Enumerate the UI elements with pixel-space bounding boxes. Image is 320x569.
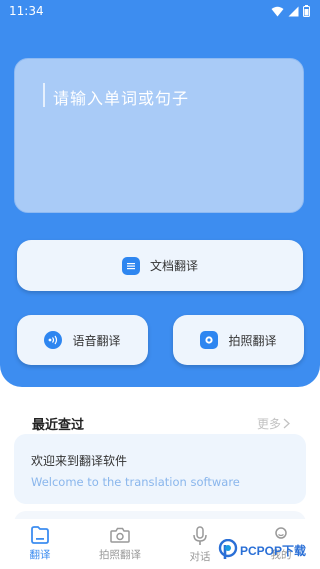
status-time: 11:34 <box>9 4 44 18</box>
more-link[interactable]: 更多 <box>257 415 290 432</box>
status-icons <box>271 5 310 17</box>
nav-label-dialog: 对话 <box>189 551 211 563</box>
recent-section-title: 最近查过 <box>32 418 85 433</box>
history-item[interactable]: 欢迎来到翻译软件 Welcome to the translation soft… <box>14 434 306 504</box>
status-bar: 11:34 <box>0 0 320 24</box>
translation-input-box[interactable]: 请输入单词或句子 <box>14 58 304 213</box>
document-translate-label: 文档翻译 <box>149 259 198 273</box>
nav-tab-photo-translate[interactable]: 拍照翻译 <box>85 526 155 562</box>
document-translate-button[interactable]: 文档翻译 <box>17 240 303 291</box>
microphone-tab-icon <box>193 526 207 545</box>
voice-translate-button[interactable]: 语音翻译 <box>17 315 148 365</box>
nav-tab-translate[interactable]: 翻译 <box>5 526 75 562</box>
battery-icon <box>303 5 310 17</box>
watermark-text: PCPOP下载 <box>240 543 307 558</box>
voice-icon <box>44 331 63 349</box>
input-placeholder: 请输入单词或句子 <box>53 89 190 108</box>
signal-icon <box>288 6 299 16</box>
photo-translate-button[interactable]: 拍照翻译 <box>173 315 304 365</box>
more-label: 更多 <box>256 417 281 431</box>
wifi-icon <box>271 6 284 16</box>
nav-label-translate: 翻译 <box>29 549 51 561</box>
camera-tab-icon <box>110 527 130 543</box>
camera-icon <box>200 331 219 349</box>
text-cursor <box>43 83 45 107</box>
nav-label-photo-translate: 拍照翻译 <box>99 549 141 561</box>
photo-translate-label: 拍照翻译 <box>228 333 277 348</box>
pcpop-logo-icon <box>218 539 238 559</box>
watermark: PCPOP下载 <box>218 538 306 562</box>
history-source-text: 欢迎来到翻译软件 <box>31 454 128 468</box>
chevron-right-icon <box>283 418 290 429</box>
voice-translate-label: 语音翻译 <box>72 333 121 348</box>
translate-tab-icon <box>31 526 49 544</box>
document-icon <box>121 256 140 275</box>
history-translation-text: Welcome to the translation software <box>31 475 240 489</box>
